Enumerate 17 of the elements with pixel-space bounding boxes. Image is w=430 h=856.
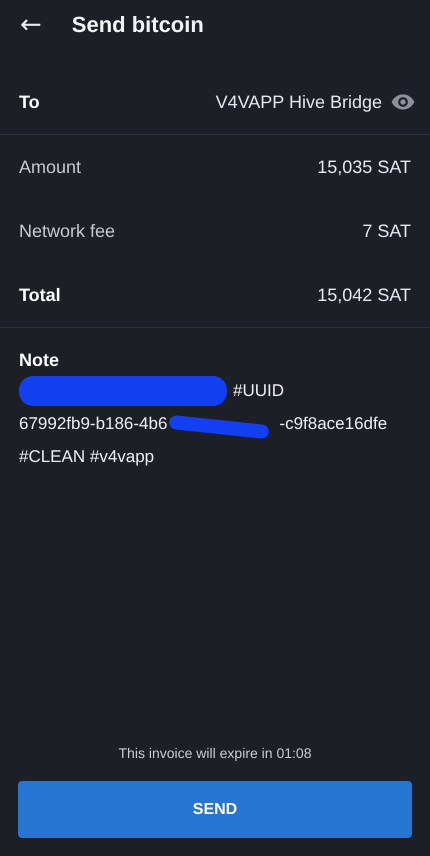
summary-label: Network fee	[19, 220, 116, 242]
note-text: -c9f8ace16dfe	[279, 414, 388, 434]
note-label: Note	[19, 350, 60, 371]
screen-title: Send bitcoin	[72, 12, 204, 38]
back-button[interactable]: ←	[20, 12, 42, 38]
note-text: 67992fb9-b186-4b6	[19, 414, 168, 434]
summary-value: 15,035 SAT	[317, 156, 411, 178]
note-text: #UUID	[233, 381, 284, 401]
to-label: To	[19, 92, 40, 112]
note-text: #CLEAN #v4vapp	[19, 447, 154, 467]
expiry-notice: This invoice will expire in 01:08	[118, 745, 312, 761]
recipient-name: V4VAPP Hive Bridge	[216, 92, 382, 112]
summary-label: Total	[19, 284, 61, 306]
summary-label: Amount	[19, 156, 82, 178]
send-button[interactable]: SEND	[18, 781, 412, 838]
summary-value: 7 SAT	[362, 220, 411, 242]
summary-value: 15,042 SAT	[317, 284, 411, 306]
